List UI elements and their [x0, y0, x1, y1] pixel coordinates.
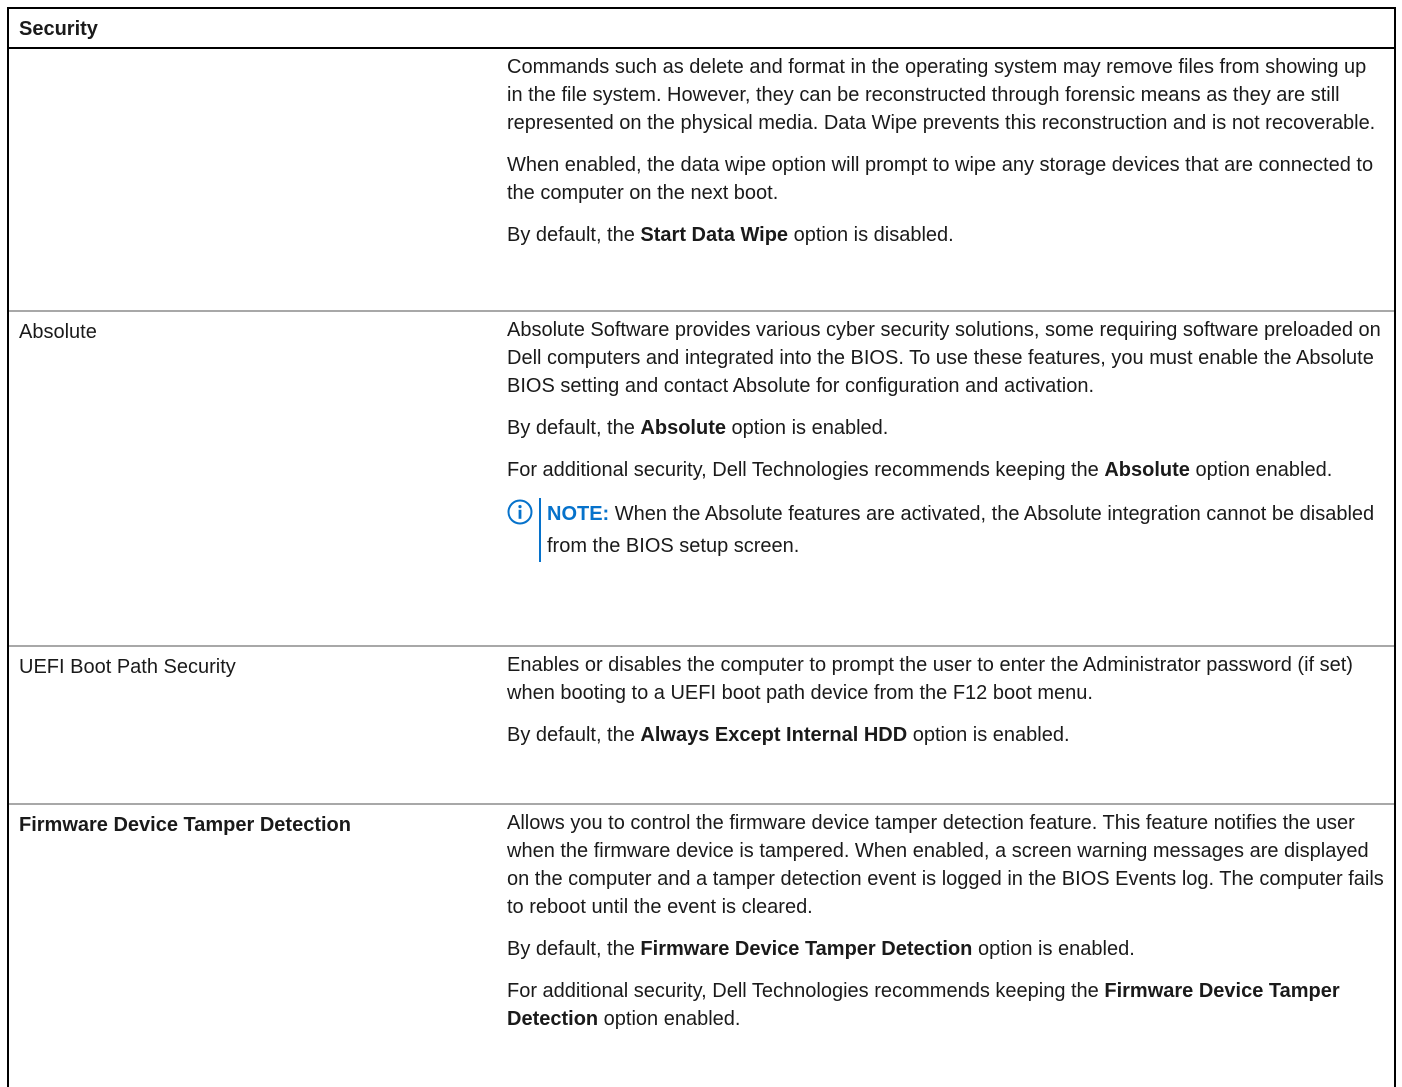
note-body: NOTE: When the Absolute features are act…	[539, 498, 1386, 562]
default-statement: By default, the Always Except Internal H…	[507, 724, 1070, 746]
setting-name: Absolute	[19, 321, 97, 343]
setting-description: Enables or disables the computer to prom…	[497, 647, 1394, 803]
default-statement: By default, the Start Data Wipe option i…	[507, 224, 954, 246]
default-statement: By default, the Absolute option is enabl…	[507, 417, 889, 439]
default-statement: By default, the Firmware Device Tamper D…	[507, 938, 1135, 960]
table-header: Security	[9, 9, 1394, 49]
description-paragraph: Absolute Software provides various cyber…	[507, 319, 1381, 397]
security-table: Security Commands such as delete and for…	[7, 7, 1396, 1087]
setting-description: Allows you to control the firmware devic…	[497, 805, 1394, 1043]
recommendation-statement: For additional security, Dell Technologi…	[507, 459, 1333, 481]
table-row-firmware-device-tamper-detection: Firmware Device Tamper Detection Allows …	[9, 805, 1394, 1043]
setting-name: UEFI Boot Path Security	[19, 656, 236, 678]
recommendation-statement: For additional security, Dell Technologi…	[507, 980, 1340, 1030]
info-icon	[507, 499, 533, 525]
description-paragraph: Allows you to control the firmware devic…	[507, 812, 1384, 918]
setting-name: Firmware Device Tamper Detection	[19, 814, 351, 836]
note-text: When the Absolute features are activated…	[547, 503, 1375, 557]
table-row-uefi-boot-path-security: UEFI Boot Path Security Enables or disab…	[9, 647, 1394, 805]
description-paragraph: Enables or disables the computer to prom…	[507, 654, 1353, 704]
description-paragraph: When enabled, the data wipe option will …	[507, 154, 1374, 204]
description-paragraph: Commands such as delete and format in th…	[507, 56, 1376, 134]
note-callout: NOTE: When the Absolute features are act…	[507, 498, 1386, 562]
setting-description: Absolute Software provides various cyber…	[497, 312, 1394, 645]
table-row-absolute: Absolute Absolute Software provides vari…	[9, 312, 1394, 647]
note-label: NOTE:	[547, 503, 610, 525]
setting-name	[9, 49, 497, 310]
table-row-data-wipe: Commands such as delete and format in th…	[9, 49, 1394, 312]
setting-description: Commands such as delete and format in th…	[497, 49, 1394, 310]
